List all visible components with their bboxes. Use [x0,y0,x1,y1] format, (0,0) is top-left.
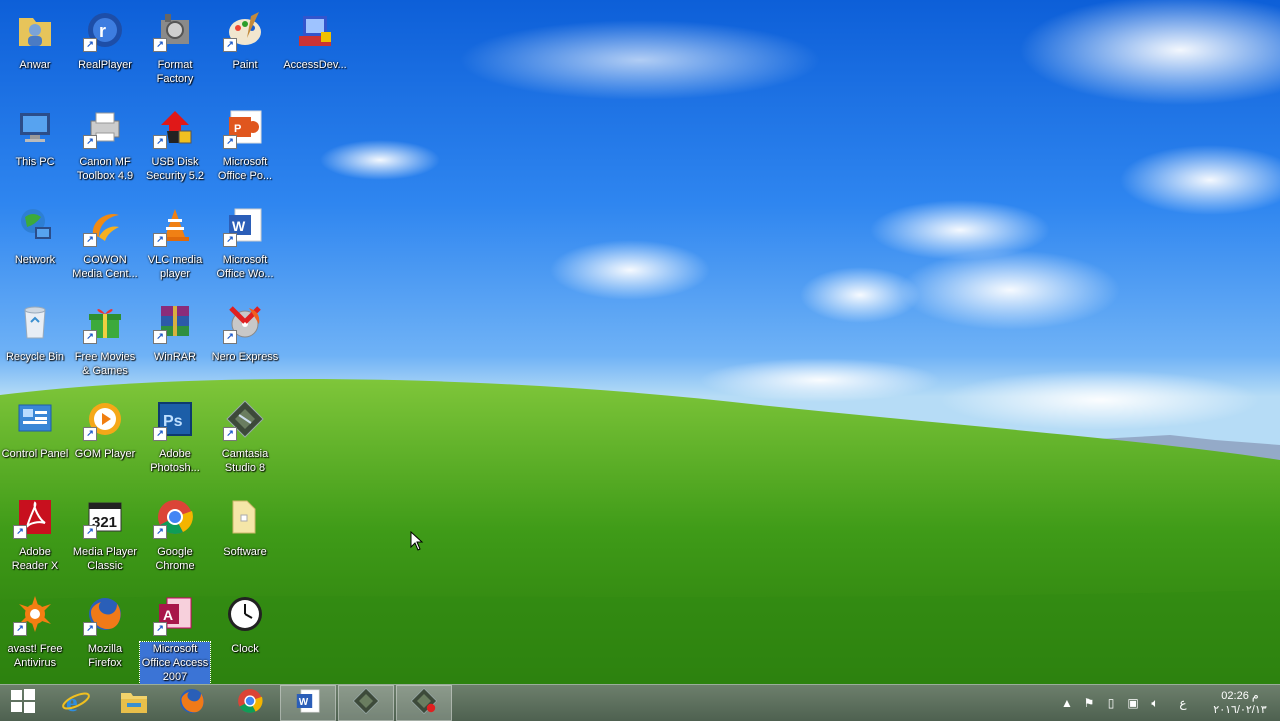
winrar-icon: ↗ [153,300,197,344]
avast-icon: ↗ [13,592,57,636]
desktop-icon-gom-player[interactable]: ↗ GOM Player [70,397,140,461]
desktop-icon-network[interactable]: Network [0,203,70,267]
desktop-icon-office-access[interactable]: A ↗ Microsoft Office Access 2007 [139,592,211,685]
removable-device-icon[interactable]: ▯ [1100,685,1122,721]
svg-text:P: P [234,123,241,135]
user-folder-icon [13,8,57,52]
word-icon: W ↗ [223,203,267,247]
clock-date: ٢٠١٦/٠٢/١٣ [1213,704,1267,716]
desktop[interactable]: Anwar r ↗ RealPlayer ↗ Format Factory ↗ … [0,0,1280,685]
camtasia-icon [352,687,380,720]
language-indicator[interactable]: ع [1166,685,1200,721]
computer-icon [13,105,57,149]
network-icon [13,203,57,247]
recycle-bin-icon [13,300,57,344]
powerpoint-icon: P ↗ [223,105,267,149]
desktop-icon-recycle-bin[interactable]: Recycle Bin [0,300,70,364]
format-factory-icon: ↗ [153,8,197,52]
svg-text:A: A [163,607,173,623]
start-icon [10,688,36,719]
desktop-icon-clock[interactable]: Clock [210,592,280,656]
desktop-icon-google-chrome[interactable]: ↗ Google Chrome [140,495,210,573]
clock-icon [223,592,267,636]
desktop-icon-adobe-reader[interactable]: ↗ Adobe Reader X [0,495,70,573]
desktop-icon-nero[interactable]: ↗ Nero Express [210,300,280,364]
taskbar-word[interactable]: W [280,685,336,721]
control-panel-icon [13,397,57,441]
firefox-icon: ↗ [83,592,127,636]
gift-icon: ↗ [83,300,127,344]
accessdev-icon [293,8,337,52]
internet-explorer-icon: e [61,686,91,721]
cowon-icon: ↗ [83,203,127,247]
nero-icon: ↗ [223,300,267,344]
desktop-icon-photoshop[interactable]: Ps ↗ Adobe Photosh... [140,397,210,475]
desktop-icon-winrar[interactable]: ↗ WinRAR [140,300,210,364]
clock-display[interactable]: 02:26 م ٢٠١٦/٠٢/١٣ [1200,689,1280,717]
desktop-icon-format-factory[interactable]: ↗ Format Factory [140,8,210,86]
desktop-icon-software[interactable]: Software [210,495,280,559]
media-player-classic-icon: 321 ↗ [83,495,127,539]
file-explorer-icon [119,687,149,720]
desktop-icon-vlc[interactable]: ↗ VLC media player [140,203,210,281]
gom-player-icon: ↗ [83,397,127,441]
desktop-icon-usb-disk-security[interactable]: ↗ USB Disk Security 5.2 [140,105,210,183]
camtasia-icon: ↗ [223,397,267,441]
action-center-flag-icon[interactable]: ⚑ [1078,685,1100,721]
taskbar-file-explorer[interactable] [106,685,162,721]
adobe-reader-icon: ↗ [13,495,57,539]
svg-text:W: W [232,218,246,234]
desktop-icon-realplayer[interactable]: r ↗ RealPlayer [70,8,140,72]
svg-text:r: r [99,21,106,41]
network-status-icon[interactable]: ▣ [1122,685,1144,721]
folder-icon [223,495,267,539]
usb-security-icon: ↗ [153,105,197,149]
desktop-icon-paint[interactable]: ↗ Paint [210,8,280,72]
canon-printer-icon: ↗ [83,105,127,149]
desktop-icon-cowon[interactable]: ↗ COWON Media Cent... [70,203,140,281]
taskbar-firefox[interactable] [164,685,220,721]
desktop-icon-word[interactable]: W ↗ Microsoft Office Wo... [210,203,280,281]
volume-icon[interactable]: 🔈︎ [1144,685,1166,721]
chrome-icon [236,687,264,720]
word-icon: W [294,687,322,720]
desktop-icon-anwar[interactable]: Anwar [0,8,70,72]
desktop-icon-accessdev[interactable]: AccessDev... [280,8,350,72]
start-button[interactable] [0,685,46,721]
desktop-icon-powerpoint[interactable]: P ↗ Microsoft Office Po... [210,105,280,183]
camtasia-recorder-icon [410,687,438,720]
system-tray: ▲ ⚑ ▯ ▣ 🔈︎ ع 02:26 م ٢٠١٦/٠٢/١٣ [1056,685,1280,721]
clock-time: 02:26 م [1221,690,1259,702]
show-hidden-icons-chevron-icon[interactable]: ▲ [1056,685,1078,721]
svg-text:e: e [66,688,78,716]
taskbar-internet-explorer[interactable]: e [48,685,104,721]
svg-text:W: W [299,697,309,708]
chrome-icon: ↗ [153,495,197,539]
firefox-icon [177,686,207,721]
desktop-icon-avast[interactable]: ↗ avast! Free Antivirus [0,592,70,670]
photoshop-icon: Ps ↗ [153,397,197,441]
desktop-icon-canon[interactable]: ↗ Canon MF Toolbox 4.9 [70,105,140,183]
taskbar-camtasia[interactable] [338,685,394,721]
mouse-cursor-icon [410,530,424,556]
taskbar-chrome[interactable] [222,685,278,721]
realplayer-icon: r ↗ [83,8,127,52]
paint-icon: ↗ [223,8,267,52]
desktop-icon-media-player-classic[interactable]: 321 ↗ Media Player Classic [70,495,140,573]
desktop-icon-control-panel[interactable]: Control Panel [0,397,70,461]
taskbar-camtasia-recorder[interactable] [396,685,452,721]
desktop-icon-this-pc[interactable]: This PC [0,105,70,169]
access-icon: A ↗ [153,592,197,636]
taskbar: e W ▲ ⚑ ▯ ▣ 🔈︎ ع 02:26 م ٢٠١٦/٠٢/١٣ [0,684,1280,721]
desktop-icon-camtasia[interactable]: ↗ Camtasia Studio 8 [210,397,280,475]
desktop-icon-free-movies[interactable]: ↗ Free Movies & Games [70,300,140,378]
vlc-icon: ↗ [153,203,197,247]
desktop-icon-firefox[interactable]: ↗ Mozilla Firefox [70,592,140,670]
